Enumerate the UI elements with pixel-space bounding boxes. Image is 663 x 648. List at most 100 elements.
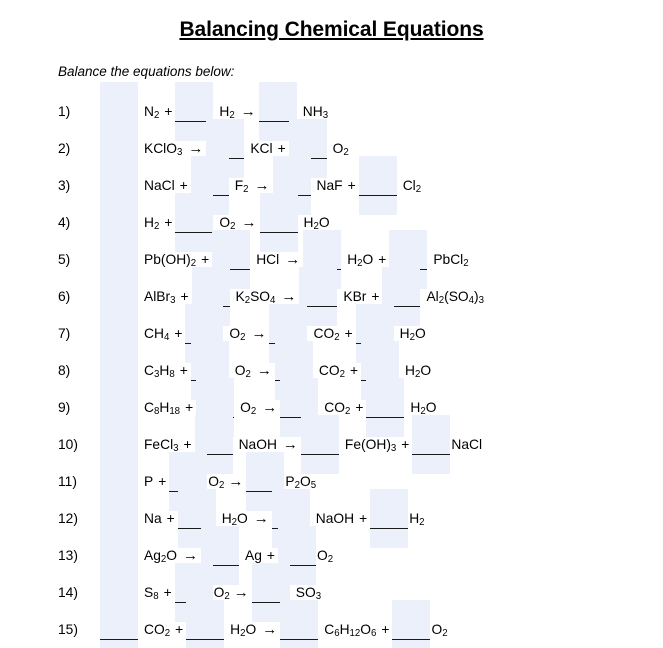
plus-operator: + [164,215,173,231]
formula-subscript: 2 [339,369,345,381]
coefficient-blank[interactable] [358,156,397,216]
chemical-formula: CO2 [313,326,340,344]
equation-number: 14) [58,585,78,601]
formula-subscript: 3 [170,295,176,307]
chemical-formula: O2 [240,400,257,418]
chemical-formula: AlBr3 [144,289,176,307]
formula-subscript: 8 [153,591,159,603]
formula-subscript: 2 [244,295,251,307]
equation-number: 10) [58,437,78,453]
chemical-formula: PbCl2 [433,252,469,270]
formula-subscript: 12 [349,628,361,640]
chemical-formula: CH4 [144,326,170,344]
equation-number: 7) [58,326,71,342]
formula-subscript: 2 [160,554,167,566]
formula-subscript: 2 [438,295,445,307]
reaction-arrow-icon: → [228,473,244,491]
equation-number: 8) [58,363,71,379]
equation-body: H2 + O2 → H2O [100,193,663,253]
formula-subscript: 2 [153,221,160,233]
formula-subscript: 3 [153,369,160,381]
equation-number: 1) [58,104,71,120]
plus-operator: + [174,326,183,342]
chemical-formula: Na [144,511,162,527]
coefficient-blank[interactable] [280,600,319,648]
plus-operator: + [163,585,172,601]
chemical-formula: H2O [405,363,432,381]
reaction-arrow-icon: → [256,362,272,380]
chemical-formula: NaCl [451,437,483,453]
plus-operator: + [401,437,410,453]
formula-subscript: 2 [164,628,171,640]
chemical-formula: CO2 [318,363,345,381]
chemical-formula: CO2 [144,622,171,640]
chemical-formula: Al2(SO4)3 [426,289,485,307]
plus-operator: + [164,104,173,120]
reaction-arrow-icon: → [262,399,278,417]
formula-subscript: 4 [163,332,170,344]
reaction-arrow-icon: → [251,325,267,343]
coefficient-blank[interactable] [300,415,339,475]
coefficient-blank[interactable] [186,600,225,648]
equation-number: 2) [58,141,71,157]
coefficient-blank[interactable] [175,193,214,253]
worksheet-page: Balancing Chemical Equations Balance the… [0,0,663,648]
formula-subscript: 18 [169,406,181,418]
chemical-formula: O2 [332,141,349,159]
formula-subscript: 2 [153,110,160,122]
chemical-formula: C8H18 [144,400,181,418]
plus-operator: + [179,363,188,379]
formula-subscript: 2 [250,406,257,418]
chemical-formula: O2 [316,548,334,566]
formula-subscript: 4 [468,295,475,307]
formula-subscript: 2 [344,406,351,418]
reaction-arrow-icon: → [253,510,269,528]
coefficient-blank[interactable] [370,489,409,549]
equation-number: 3) [58,178,71,194]
chemical-formula: F2 [234,178,249,196]
equation-body: N2 + H2 → NH3 [100,82,663,142]
reaction-arrow-icon: → [262,621,278,639]
formula-subscript: 3 [176,147,183,159]
equation-number: 9) [58,400,71,416]
instruction-text: Balance the equations below: [58,64,235,80]
coefficient-blank[interactable] [100,600,138,648]
chemical-formula: H2O [399,326,426,344]
formula-subscript: 5 [310,480,317,492]
coefficient-blank[interactable] [259,193,298,253]
chemical-formula: NaCl [144,178,175,194]
plus-operator: + [347,178,356,194]
equation-list: 1) N2 + H2 → NH3 2) KClO3 → KCl + O2 3) NaCl + F2 → NaF + C… [0,82,663,648]
chemical-formula: Fe(OH)3 [344,437,397,455]
plus-operator: + [166,511,175,527]
formula-subscript: 2 [245,369,251,381]
formula-subscript: 6 [334,628,340,640]
equation-body: Na + H2O → NaOH + H2 [100,489,663,549]
formula-subscript: 2 [240,628,246,640]
plus-operator: + [355,400,364,416]
formula-subscript: 3 [390,443,397,455]
plus-operator: + [344,326,353,342]
equation-row: 15) CO2 + H2O → C6H12O6 + O2 [0,600,663,648]
chemical-formula: C3H8 [144,363,175,381]
equation-number: 5) [58,252,71,268]
plus-operator: + [359,511,368,527]
equation-number: 13) [58,548,78,564]
chemical-formula: H2 [144,215,160,233]
coefficient-blank[interactable] [392,600,431,648]
formula-subscript: 2 [240,332,246,344]
chemical-formula: H2O [347,252,374,270]
plus-operator: + [381,622,390,638]
formula-subscript: 2 [334,332,340,344]
formula-subscript: 2 [442,628,448,640]
coefficient-blank[interactable] [412,415,451,475]
formula-subscript: 2 [243,184,249,196]
formula-subscript: 2 [327,554,334,566]
coefficient-blank[interactable] [366,378,405,438]
reaction-arrow-icon: → [233,584,249,602]
formula-subscript: 8 [169,369,175,381]
chemical-formula: C6H12O6 [324,622,377,640]
formula-subscript: 2 [414,369,421,381]
formula-subscript: 2 [415,184,422,196]
chemical-formula: P [144,474,154,490]
